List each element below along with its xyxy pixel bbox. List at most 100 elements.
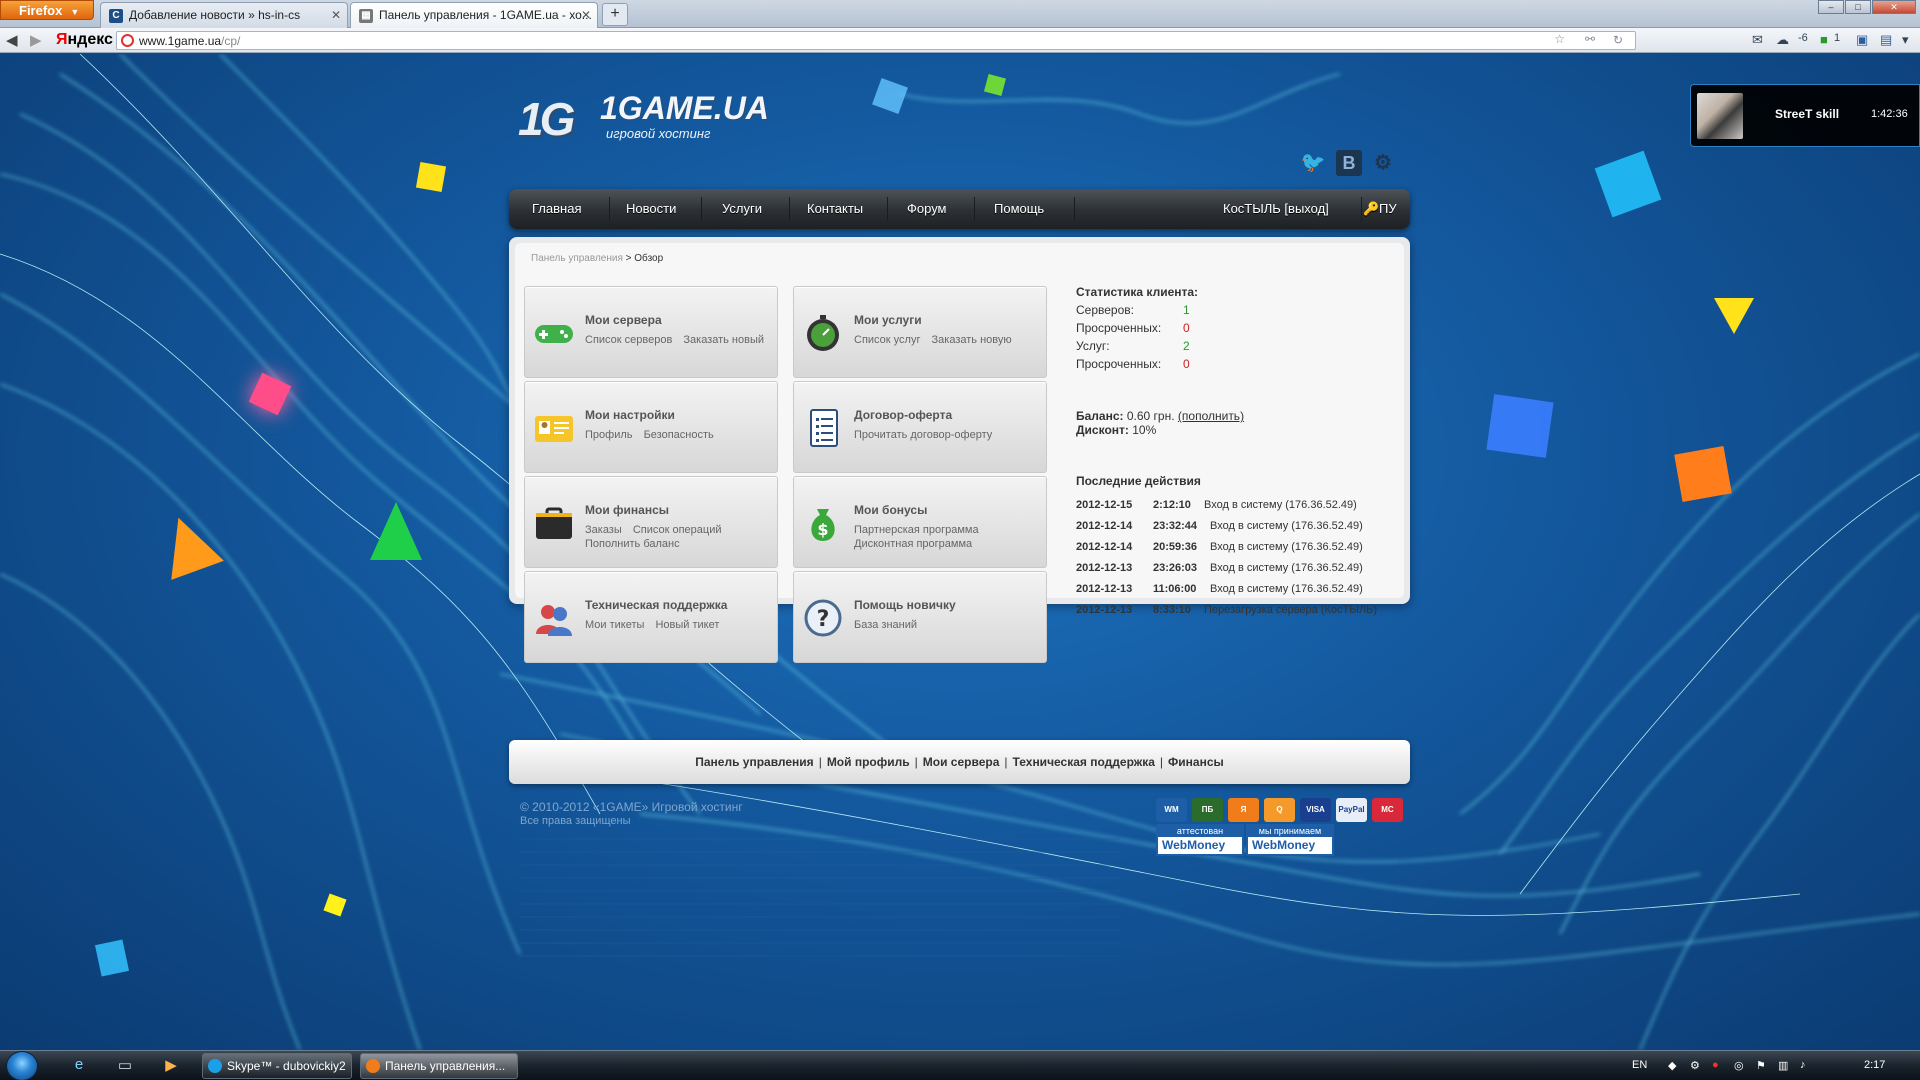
steam-icon[interactable]: ⚙	[1370, 150, 1396, 176]
language-indicator[interactable]: EN	[1632, 1059, 1647, 1071]
control-panel-link[interactable]: ПУ	[1379, 189, 1397, 229]
firefox-menu-button[interactable]: Firefox ▼	[0, 0, 94, 20]
nav-item-news[interactable]: Новости	[626, 189, 676, 229]
browser-tab[interactable]: С Добавление новости » hs-in-cs ✕	[100, 2, 348, 28]
link-partner-program[interactable]: Партнерская программа	[854, 524, 979, 536]
close-icon[interactable]: ✕	[331, 8, 341, 22]
webmoney-icon[interactable]: WM	[1156, 798, 1187, 822]
media-player-icon[interactable]: ▶	[160, 1056, 182, 1076]
tile-my-servers[interactable]: Мои сервера Список серверов Заказать нов…	[524, 286, 778, 378]
nav-item-forum[interactable]: Форум	[907, 189, 947, 229]
link-discount-program[interactable]: Дисконтная программа	[854, 538, 972, 550]
internet-explorer-icon[interactable]: e	[68, 1056, 90, 1076]
user-logout-link[interactable]: КосТЫЛЬ [выход]	[1223, 189, 1329, 229]
browser-tab-active[interactable]: ▦ Панель управления - 1GAME.ua - хо... ✕	[350, 2, 598, 28]
back-arrow-icon[interactable]: ◀	[6, 31, 18, 49]
link-security[interactable]: Безопасность	[644, 429, 714, 441]
taskbar-skype[interactable]: Skype™ - dubovickiy2	[202, 1053, 352, 1079]
footer-link-my-profile[interactable]: Мой профиль	[827, 755, 910, 769]
start-button[interactable]	[6, 1051, 38, 1080]
tile-tech-support[interactable]: Техническая поддержка Мои тикеты Новый т…	[524, 571, 778, 663]
tile-my-finances[interactable]: Мои финансы Заказы Список операций Попол…	[524, 476, 778, 568]
vk-icon[interactable]: B	[1336, 150, 1362, 176]
link-knowledge-base[interactable]: База знаний	[854, 619, 917, 631]
paypal-icon[interactable]: PayPal	[1336, 798, 1367, 822]
webmoney-accepted-badge[interactable]: мы принимаем WebMoney	[1246, 824, 1334, 856]
reload-icon[interactable]: ↻	[1613, 33, 1623, 47]
shield-icon[interactable]: ■	[1820, 32, 1828, 47]
site-logo[interactable]: 1G 1GAME.UA игровой хостинг	[518, 84, 769, 145]
glasses-icon[interactable]: ⚯	[1585, 32, 1595, 46]
close-icon[interactable]: ✕	[581, 8, 591, 22]
forward-arrow-icon[interactable]: ▶	[30, 31, 42, 49]
tray-icon[interactable]: ◎	[1734, 1059, 1744, 1072]
decorative-cube	[370, 502, 422, 560]
stats-value: 2	[1183, 339, 1190, 353]
link-operations-list[interactable]: Список операций	[633, 524, 722, 536]
mail-icon[interactable]: ✉	[1752, 32, 1763, 48]
call-duration: 1:42:36	[1871, 108, 1908, 120]
nav-item-help[interactable]: Помощь	[994, 189, 1044, 229]
puzzle-icon[interactable]: ▣	[1856, 32, 1868, 48]
bookmark-star-icon[interactable]: ☆	[1554, 32, 1565, 46]
nav-item-services[interactable]: Услуги	[722, 189, 762, 229]
footer-link-my-servers[interactable]: Мои сервера	[923, 755, 1000, 769]
new-tab-button[interactable]: +	[602, 3, 628, 26]
menu-chevron-icon[interactable]: ▾	[1902, 32, 1909, 48]
tile-my-services[interactable]: Мои услуги Список услуг Заказать новую	[793, 286, 1047, 378]
footer-link-finances[interactable]: Финансы	[1168, 755, 1224, 769]
tile-title: Мои финансы	[585, 503, 670, 517]
nav-item-home[interactable]: Главная	[532, 189, 581, 229]
footer-link-tech-support[interactable]: Техническая поддержка	[1013, 755, 1155, 769]
link-read-agreement[interactable]: Прочитать договор-оферту	[854, 429, 992, 441]
yandex-money-icon[interactable]: Я	[1228, 798, 1259, 822]
action-row: 2012-12-13 23:26:03 Вход в систему (176.36…	[1076, 562, 1406, 583]
tray-icon[interactable]: ◆	[1668, 1059, 1676, 1072]
close-window-icon[interactable]: ✕	[1872, 0, 1916, 14]
show-desktop-icon[interactable]: ▭	[114, 1056, 136, 1076]
volume-icon[interactable]: ♪	[1800, 1059, 1806, 1071]
privatbank-icon[interactable]: ПБ	[1192, 798, 1223, 822]
decorative-cube	[1714, 298, 1754, 334]
taskbar-firefox[interactable]: Панель управления...	[360, 1053, 518, 1079]
bookmark-icon[interactable]: ▤	[1880, 32, 1892, 48]
link-my-tickets[interactable]: Мои тикеты	[585, 619, 644, 631]
url-bar[interactable]: www.1game.ua/cp/ ↻ ⚯ ☆	[116, 31, 1636, 50]
webmoney-attested-badge[interactable]: аттестован WebMoney	[1156, 824, 1244, 856]
flag-icon[interactable]: ⚑	[1756, 1059, 1766, 1072]
link-new-ticket[interactable]: Новый тикет	[655, 619, 719, 631]
minimize-icon[interactable]: –	[1818, 0, 1844, 14]
link-profile[interactable]: Профиль	[585, 429, 633, 441]
tile-my-settings[interactable]: Мои настройки Профиль Безопасность	[524, 381, 778, 473]
stats-row: Услуг: 2	[1076, 337, 1316, 355]
link-order-new-server[interactable]: Заказать новый	[683, 334, 764, 346]
tile-my-bonuses[interactable]: $ Мои бонусы Партнерская программа Диско…	[793, 476, 1047, 568]
footer-link-control-panel[interactable]: Панель управления	[695, 755, 813, 769]
link-services-list[interactable]: Список услуг	[854, 334, 920, 346]
top-up-link[interactable]: (пополнить)	[1178, 409, 1244, 423]
weather-cloud-icon[interactable]: ☁	[1776, 32, 1789, 48]
link-order-new-service[interactable]: Заказать новую	[932, 334, 1012, 346]
tile-newbie-help[interactable]: ? Помощь новичку База знаний	[793, 571, 1047, 663]
link-top-up-balance[interactable]: Пополнить баланс	[585, 538, 680, 550]
tile-links: Список серверов Заказать новый	[585, 333, 775, 347]
link-server-list[interactable]: Список серверов	[585, 334, 672, 346]
maximize-icon[interactable]: □	[1845, 0, 1871, 14]
breadcrumb-root[interactable]: Панель управления	[531, 253, 623, 264]
visa-icon[interactable]: VISA	[1300, 798, 1331, 822]
stats-title: Статистика клиента:	[1076, 285, 1199, 299]
tray-icon[interactable]: ⚙	[1690, 1059, 1700, 1072]
mastercard-icon[interactable]: MC	[1372, 798, 1403, 822]
yandex-logo[interactable]: Яндекс	[56, 31, 113, 49]
twitter-icon[interactable]: 🐦	[1300, 150, 1326, 176]
skype-call-popup[interactable]: StreeT skill 1:42:36	[1690, 84, 1920, 147]
link-orders[interactable]: Заказы	[585, 524, 622, 536]
tile-title: Мои услуги	[854, 313, 922, 327]
tray-icon[interactable]: ●	[1712, 1059, 1719, 1071]
qiwi-icon[interactable]: Q	[1264, 798, 1295, 822]
nav-item-contacts[interactable]: Контакты	[807, 189, 863, 229]
tile-offer-agreement[interactable]: Договор-оферта Прочитать договор-оферту	[793, 381, 1047, 473]
network-icon[interactable]: ▥	[1778, 1059, 1788, 1072]
clock[interactable]: 2:17	[1864, 1059, 1885, 1071]
site-identity-icon[interactable]	[121, 34, 134, 47]
